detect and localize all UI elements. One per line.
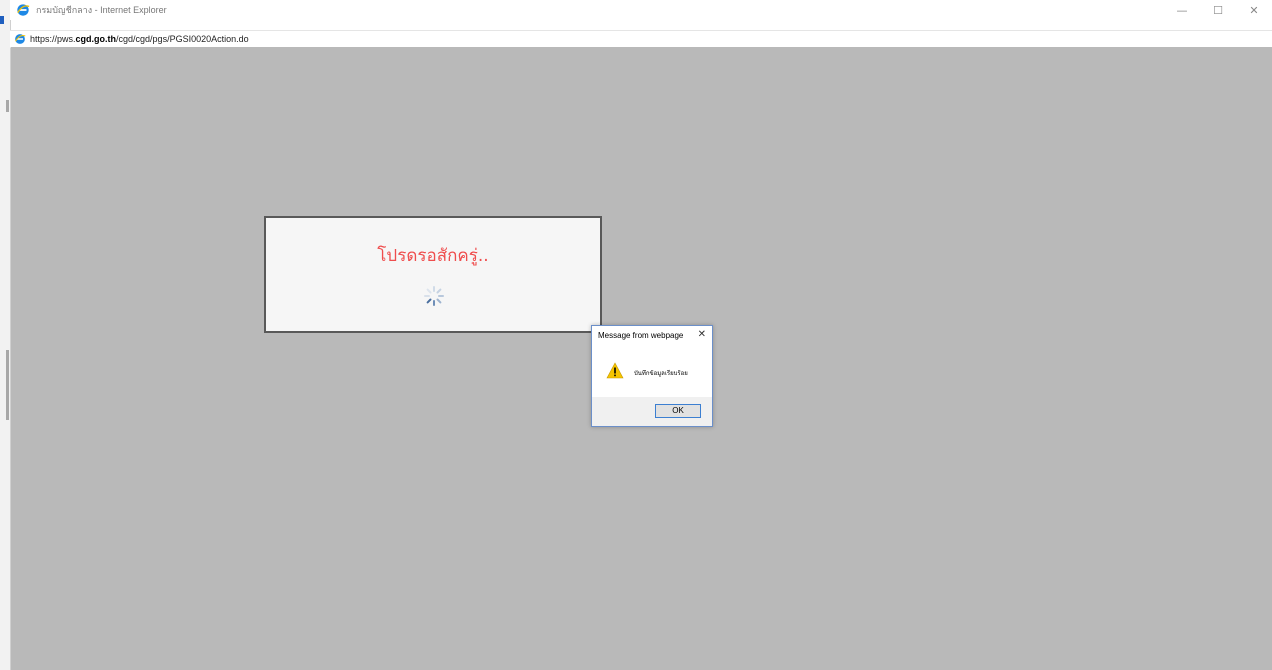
background-window-edge — [6, 100, 9, 112]
loading-panel: โปรดรอสักครู่.. — [264, 216, 602, 333]
page-favicon-icon — [15, 34, 26, 44]
dialog-message: บันทึกข้อมูลเรียบร้อย — [634, 370, 688, 377]
page-overlay: โปรดรอสักครู่.. Message from webpage ✕ บ… — [11, 47, 1272, 670]
dialog-title: Message from webpage — [598, 331, 684, 340]
address-bar[interactable]: https://pws.cgd.go.th/cgd/cgd/pgs/PGSI00… — [10, 30, 1272, 48]
background-window-strip — [0, 0, 11, 670]
internet-explorer-icon — [17, 4, 30, 16]
url-domain: cgd.go.th — [75, 34, 117, 44]
window-titlebar: กรมบัญชีกลาง - Internet Explorer — ☐ ✕ — [10, 0, 1272, 20]
dialog-footer: OK — [592, 397, 712, 426]
url-text[interactable]: https://pws.cgd.go.th/cgd/cgd/pgs/PGSI00… — [30, 34, 249, 44]
url-path: /cgd/cgd/pgs/PGSI0020Action.do — [116, 34, 249, 44]
loading-spinner-icon — [424, 286, 444, 306]
window-title: กรมบัญชีกลาง - Internet Explorer — [36, 5, 167, 15]
ok-button[interactable]: OK — [655, 404, 701, 418]
warning-icon — [606, 362, 624, 379]
loading-message: โปรดรอสักครู่.. — [377, 246, 489, 266]
url-prefix: https://pws. — [30, 34, 76, 44]
close-window-button[interactable]: ✕ — [1236, 0, 1272, 20]
dialog-close-button[interactable]: ✕ — [698, 329, 706, 340]
background-window-edge — [6, 350, 9, 420]
message-dialog: Message from webpage ✕ บันทึกข้อมูลเรียบ… — [591, 325, 713, 427]
background-window-tab — [0, 16, 4, 24]
minimize-button[interactable]: — — [1164, 0, 1200, 20]
maximize-button[interactable]: ☐ — [1200, 0, 1236, 20]
